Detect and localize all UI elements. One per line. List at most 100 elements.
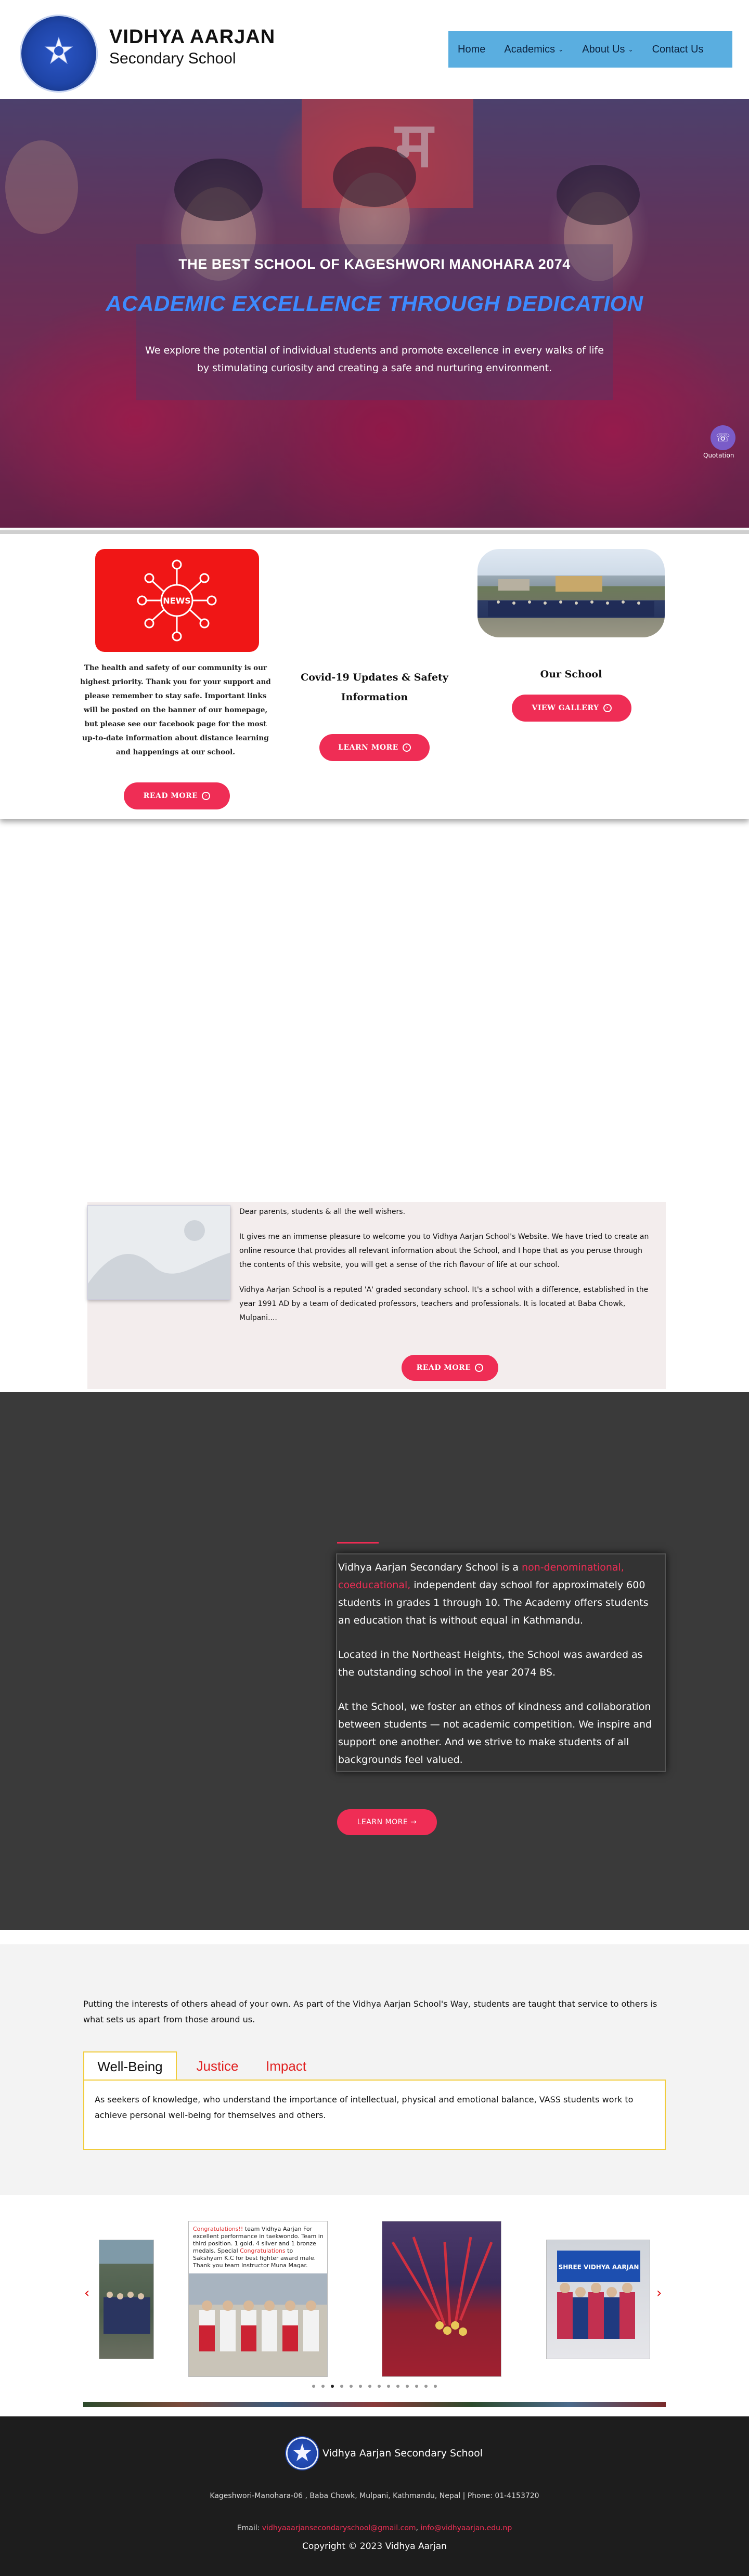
carousel-dot[interactable]	[331, 2385, 334, 2388]
main-nav: Home Academics ⌄ About Us ⌄ Contact Us	[448, 31, 732, 68]
about-paragraph-3: At the School, we foster an ethos of kin…	[338, 1701, 652, 1766]
carousel-dot[interactable]	[406, 2385, 409, 2388]
gallery-slide-2[interactable]: Congratulations!! team Vidhya Aarjan For…	[188, 2221, 328, 2377]
tab-impact[interactable]: Impact	[255, 2051, 317, 2081]
carousel-dot[interactable]	[387, 2385, 390, 2388]
caption-highlight-2: Congratulations	[240, 2247, 286, 2254]
coeducational-link[interactable]: coeducational,	[338, 1579, 410, 1591]
read-more-label: READ MORE	[143, 792, 198, 800]
about-paragraph-1: Vidhya Aarjan Secondary School is a non-…	[338, 1559, 661, 1629]
footer-address: Kageshwori-Manohara-06 , Baba Chowk, Mul…	[210, 2492, 539, 2500]
email-label: Email:	[237, 2524, 262, 2532]
carousel-prev-button[interactable]: ‹	[84, 2285, 89, 2301]
chevron-down-icon: ⌄	[628, 46, 634, 53]
news-card-image[interactable]: NEWS	[95, 549, 259, 652]
view-gallery-button[interactable]: VIEW GALLERY ›	[512, 695, 631, 722]
carousel-dot[interactable]	[312, 2385, 315, 2388]
footer-school-name: Vidhya Aarjan Secondary School	[322, 2448, 483, 2459]
safety-notice-text: The health and safety of our community i…	[80, 664, 271, 756]
footer-copyright: Copyright © 2023 Vidhya Aarjan	[302, 2541, 447, 2552]
welcome-paragraph-1: It gives me an immense pleasure to welco…	[239, 1233, 649, 1269]
arrow-circle-icon: ›	[402, 743, 411, 752]
emblem-icon	[44, 36, 73, 64]
welcome-read-more-button[interactable]: READ MORE ›	[402, 1355, 498, 1381]
network-icon: NEWS	[137, 559, 217, 642]
gallery-thumbnail-strip	[83, 2402, 666, 2407]
values-tabs: Well-Being Justice Impact	[83, 2051, 666, 2081]
phone-icon[interactable]: ☏	[711, 425, 735, 450]
welcome-read-more-label: READ MORE	[416, 1364, 471, 1372]
tab-panel-text: As seekers of knowledge, who understand …	[95, 2095, 634, 2120]
caption-highlight: Congratulations!!	[193, 2226, 243, 2232]
welcome-message: Dear parents, students & all the well wi…	[239, 1205, 655, 1336]
read-more-button[interactable]: READ MORE ›	[124, 782, 230, 809]
footer-logo[interactable]	[285, 2436, 319, 2470]
arrow-circle-icon: ›	[475, 1364, 484, 1372]
arrow-circle-icon: ›	[603, 704, 612, 712]
principal-image-placeholder	[87, 1205, 230, 1300]
carousel-next-button[interactable]: ›	[656, 2285, 662, 2301]
school-photo[interactable]	[477, 549, 665, 637]
medals-photo	[391, 2237, 493, 2336]
gallery-slide-1[interactable]	[99, 2240, 154, 2359]
hero-description: We explore the potential of individual s…	[145, 345, 604, 374]
nav-academics[interactable]: Academics ⌄	[495, 44, 573, 56]
nav-contact-label: Contact Us	[652, 43, 704, 55]
carousel-dot[interactable]	[359, 2385, 362, 2388]
view-gallery-label: VIEW GALLERY	[532, 704, 599, 712]
nav-home-label: Home	[458, 43, 486, 55]
gallery-slide-3[interactable]	[382, 2221, 501, 2377]
carousel-dots	[292, 2385, 457, 2390]
school-assembly-photo	[488, 576, 654, 617]
nav-contact-us[interactable]: Contact Us	[643, 44, 713, 56]
emblem-icon	[293, 2443, 311, 2461]
carousel-dot[interactable]	[396, 2385, 399, 2388]
gallery-slide-4[interactable]: SHREE VIDHYA AARJAN	[546, 2240, 650, 2359]
email-link-gmail[interactable]: vidhyaaarjansecondaryschool@gmail.com	[262, 2524, 416, 2532]
brand-name[interactable]: VIDHYA AARJAN	[109, 26, 275, 48]
school-logo[interactable]	[20, 15, 98, 93]
about-learn-more-label: LEARN MORE →	[357, 1818, 417, 1826]
carousel-dot[interactable]	[378, 2385, 381, 2388]
carousel-dot[interactable]	[434, 2385, 437, 2388]
about-text: Vidhya Aarjan Secondary School is a non-…	[338, 1559, 661, 1785]
quotation-label[interactable]: Quotation	[703, 452, 734, 459]
nav-academics-label: Academics	[504, 43, 556, 55]
covid-card-title: Covid-19 Updates & Safety Information	[301, 672, 448, 703]
brand-subtitle: Secondary School	[109, 50, 236, 67]
chevron-down-icon: ⌄	[558, 46, 564, 53]
about-paragraph-2: Located in the Northeast Heights, the Sc…	[338, 1649, 643, 1678]
carousel-dot[interactable]	[424, 2385, 428, 2388]
about-learn-more-button[interactable]: LEARN MORE →	[337, 1809, 437, 1835]
welcome-greeting: Dear parents, students & all the well wi…	[239, 1208, 406, 1216]
accent-divider	[337, 1542, 379, 1544]
nav-about-label: About Us	[582, 43, 625, 55]
carousel-dot[interactable]	[321, 2385, 325, 2388]
taekwondo-team-photo	[189, 2273, 327, 2376]
arrow-circle-icon: ›	[202, 792, 211, 800]
nav-home[interactable]: Home	[448, 44, 495, 56]
email-link-info[interactable]: info@vidhyaarjan.edu.np	[420, 2524, 512, 2532]
tab-justice[interactable]: Justice	[186, 2051, 249, 2081]
our-school-title: Our School	[540, 669, 602, 680]
image-placeholder-icon	[88, 1206, 230, 1299]
tab-well-being[interactable]: Well-Being	[83, 2051, 177, 2081]
non-denominational-link[interactable]: non-denominational,	[522, 1562, 624, 1573]
carousel-dot[interactable]	[350, 2385, 353, 2388]
carousel-dot[interactable]	[340, 2385, 343, 2388]
news-label: NEWS	[163, 596, 191, 606]
hero-title: ACADEMIC EXCELLENCE THROUGH DEDICATION	[106, 291, 643, 316]
about-p1-prefix: Vidhya Aarjan Secondary School is a	[338, 1562, 522, 1573]
footer-email: Email: vidhyaaarjansecondaryschool@gmail…	[0, 2524, 749, 2532]
nav-about-us[interactable]: About Us ⌄	[573, 44, 642, 56]
hero-kicker: THE BEST SCHOOL OF KAGESHWORI MANOHARA 2…	[178, 256, 571, 272]
learn-more-label: LEARN MORE	[338, 743, 398, 752]
values-intro: Putting the interests of others ahead of…	[83, 1999, 657, 2024]
welcome-paragraph-2: Vidhya Aarjan School is a reputed 'A' gr…	[239, 1286, 649, 1322]
event-photo: SHREE VIDHYA AARJAN	[557, 2251, 640, 2339]
taekwondo-caption: Congratulations!! team Vidhya Aarjan For…	[193, 2226, 324, 2269]
learn-more-button[interactable]: LEARN MORE ›	[319, 734, 430, 761]
carousel-dot[interactable]	[368, 2385, 371, 2388]
students-photo	[104, 2292, 150, 2334]
carousel-dot[interactable]	[415, 2385, 418, 2388]
